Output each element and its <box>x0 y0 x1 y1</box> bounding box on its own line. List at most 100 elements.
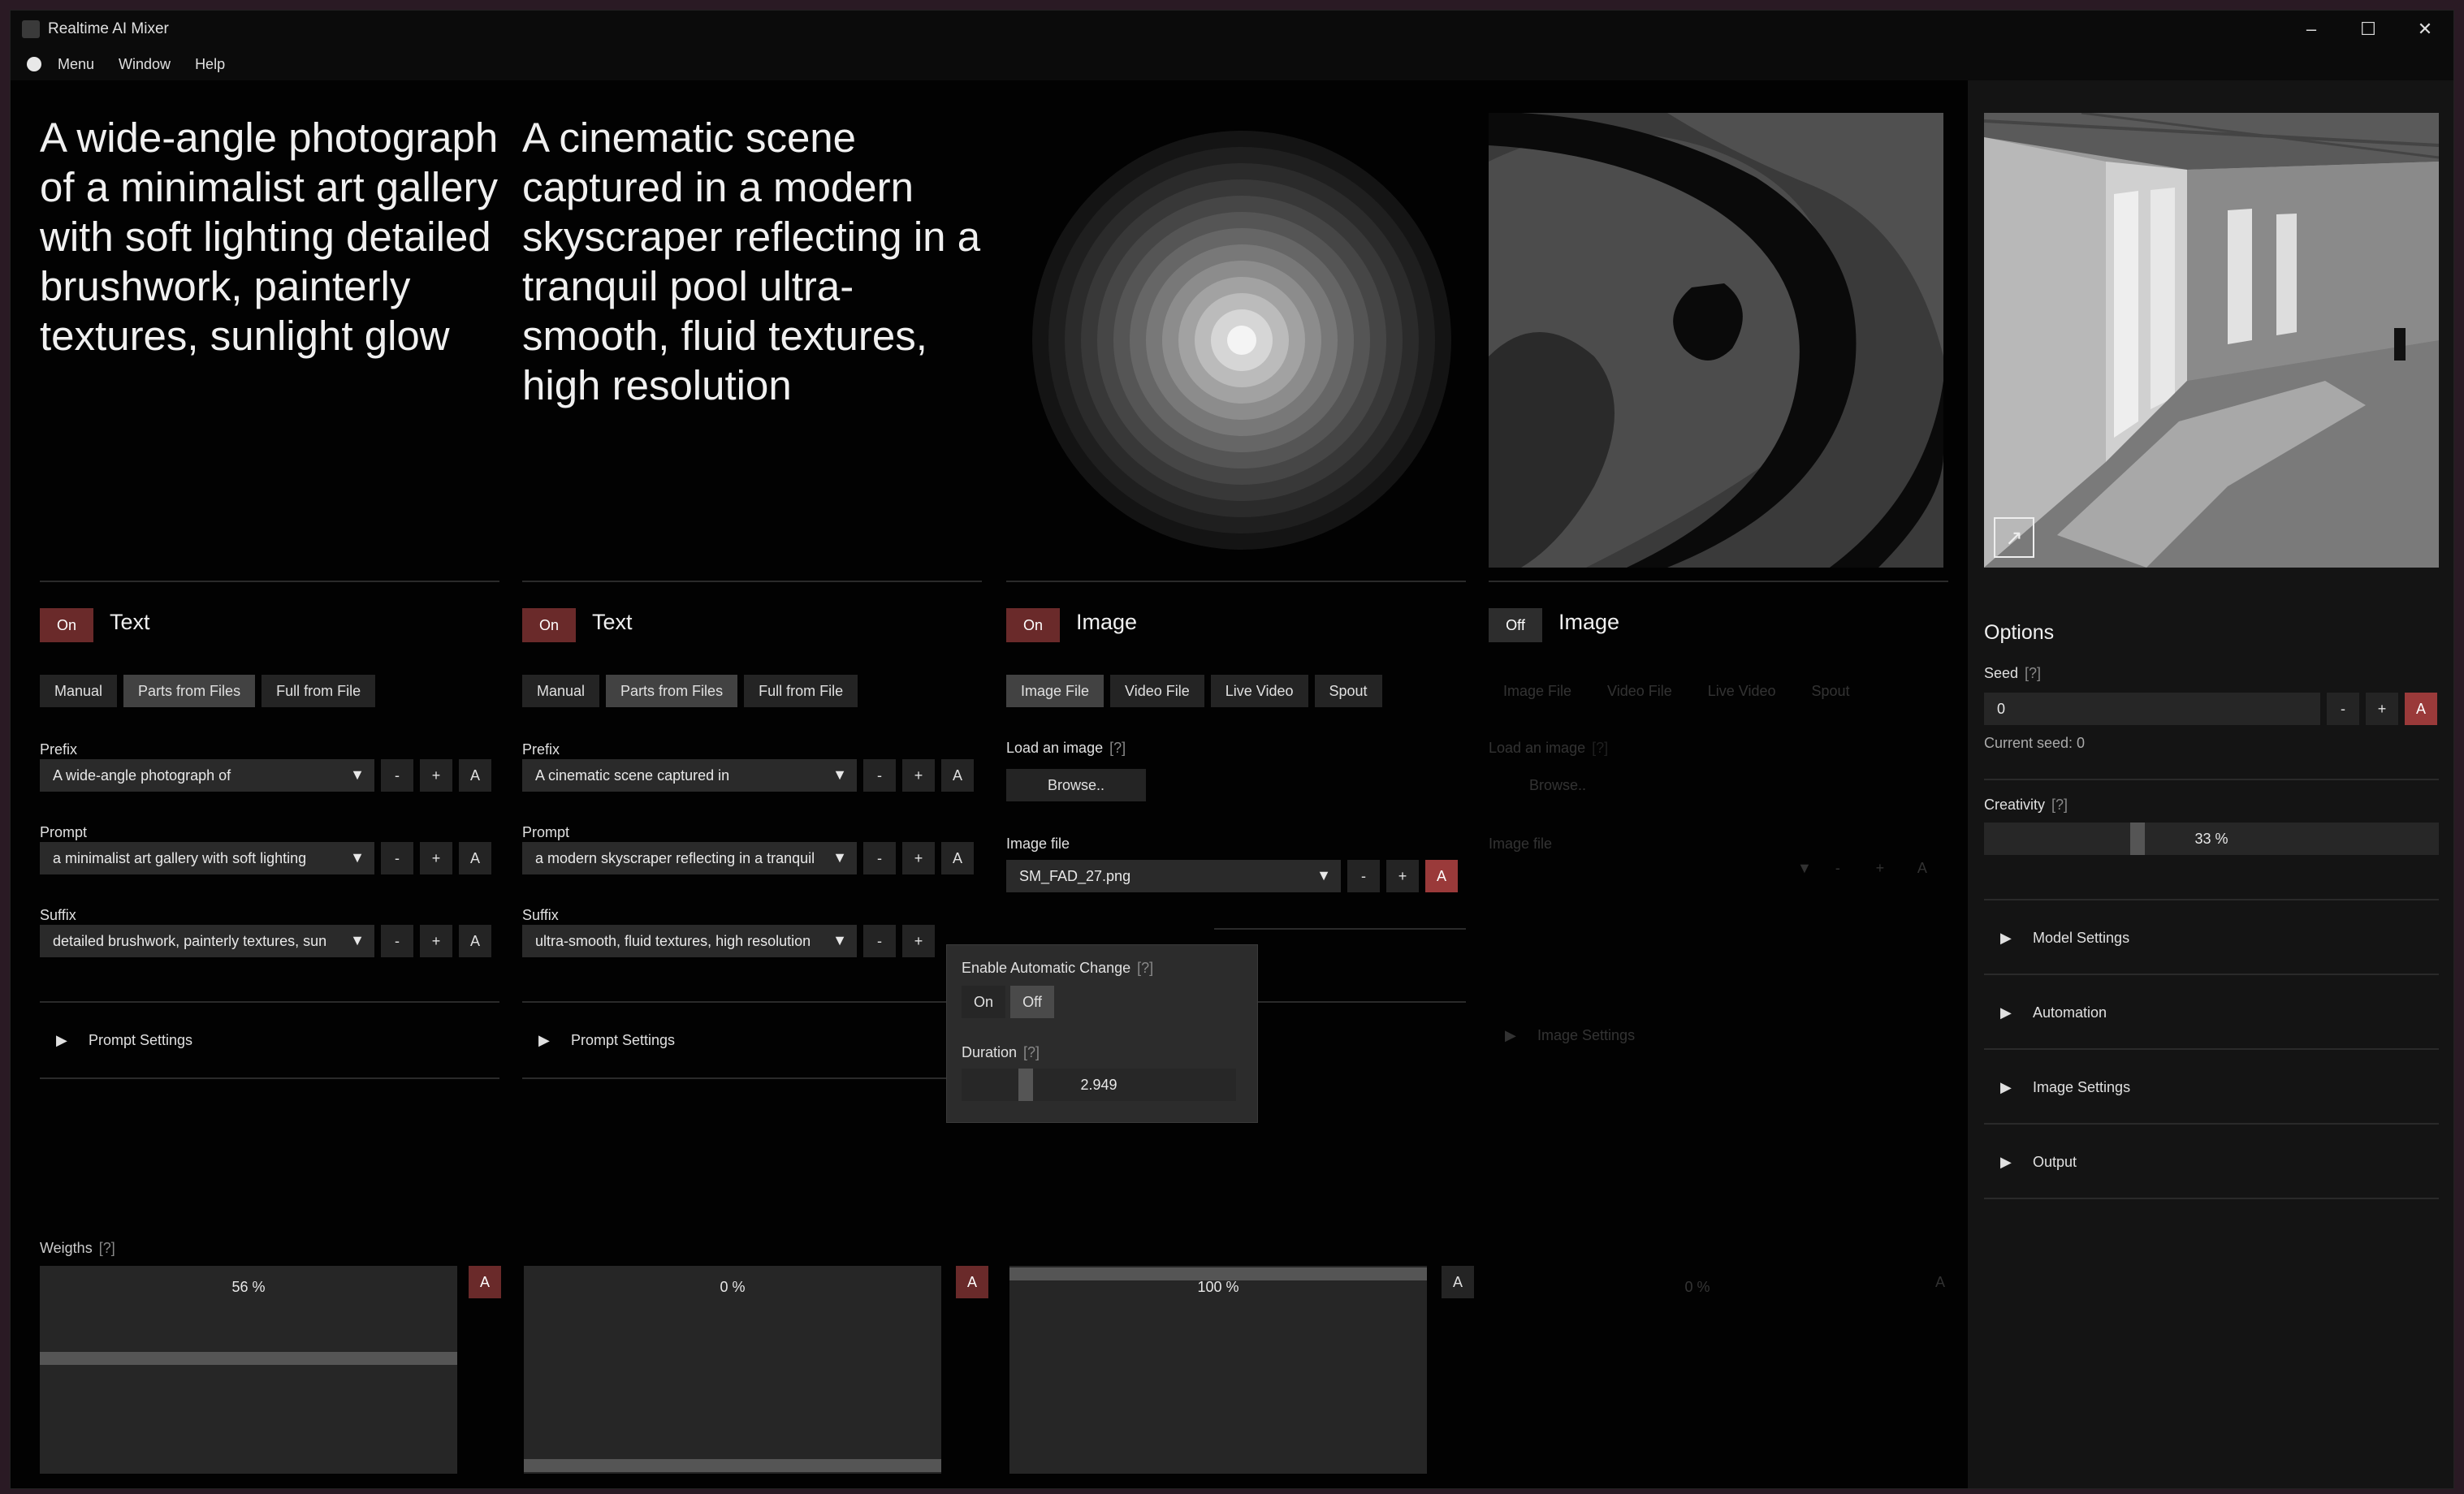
auto-change-off-button[interactable]: Off <box>1010 986 1054 1018</box>
image-minus-button[interactable]: - <box>1347 860 1380 892</box>
output-toggle[interactable]: ▶ Output <box>1984 1125 2439 1199</box>
image-plus-button[interactable]: + <box>1386 860 1419 892</box>
suffix-auto-button[interactable]: A <box>459 925 491 957</box>
weight-slider[interactable]: 0 % <box>524 1266 941 1474</box>
swirl-preview <box>1489 113 1943 568</box>
output-preview-image <box>1984 113 2439 568</box>
maximize-button[interactable]: ☐ <box>2340 11 2397 48</box>
prefix-plus-button[interactable]: + <box>420 759 452 792</box>
suffix-dropdown[interactable]: ultra-smooth, fluid textures, high resol… <box>522 925 857 957</box>
source-toggle[interactable]: On <box>1006 608 1060 642</box>
tab-manual[interactable]: Manual <box>40 675 118 707</box>
minimize-button[interactable]: – <box>2283 11 2340 48</box>
tab-parts-from-files[interactable]: Parts from Files <box>123 675 256 707</box>
prefix-dropdown[interactable]: A cinematic scene captured in ▼ <box>522 759 857 792</box>
tab-manual[interactable]: Manual <box>522 675 600 707</box>
triangle-right-icon: ▶ <box>2000 929 2012 946</box>
weight-auto-button[interactable]: A <box>956 1266 988 1298</box>
divider <box>522 581 982 582</box>
tab-image-file[interactable]: Image File <box>1006 675 1104 707</box>
prompt-settings-toggle[interactable]: ▶ Prompt Settings <box>40 1003 499 1077</box>
divider <box>1006 581 1466 582</box>
automation-toggle[interactable]: ▶ Automation <box>1984 975 2439 1050</box>
prompt-auto-button[interactable]: A <box>941 842 974 874</box>
app-window: Realtime AI Mixer – ☐ ✕ Menu Window Help… <box>10 10 2454 1489</box>
chevron-down-icon: ▼ <box>1316 867 1331 883</box>
source-tabs: Manual Parts from Files Full from File <box>522 675 858 707</box>
expand-icon[interactable]: ↗ <box>1994 517 2034 558</box>
triangle-right-icon: ▶ <box>1505 1026 1516 1043</box>
text-source-1: A wide-angle photograph of a minimalist … <box>40 80 501 1488</box>
tab-spout[interactable]: Spout <box>1314 675 1382 707</box>
menu-help[interactable]: Help <box>195 56 225 73</box>
avatar-icon[interactable] <box>27 57 41 71</box>
source-type: Image <box>1076 610 1138 634</box>
divider <box>1984 1198 2439 1199</box>
divider <box>1489 581 1948 582</box>
tab-full-from-file[interactable]: Full from File <box>744 675 858 707</box>
source-toggle[interactable]: On <box>522 608 576 642</box>
seed-auto-button[interactable]: A <box>2405 693 2437 725</box>
prefix-auto-button[interactable]: A <box>941 759 974 792</box>
image-file-dropdown[interactable]: SM_FAD_27.png ▼ <box>1006 860 1341 892</box>
model-settings-toggle[interactable]: ▶ Model Settings <box>1984 900 2439 975</box>
prompt-plus-button[interactable]: + <box>420 842 452 874</box>
close-button[interactable]: ✕ <box>2397 11 2453 48</box>
weight-slider[interactable]: 100 % <box>1009 1266 1427 1474</box>
radial-gradient-preview <box>1006 113 1461 568</box>
source-toggle[interactable]: Off <box>1489 608 1542 642</box>
source-tabs: Manual Parts from Files Full from File <box>40 675 376 707</box>
image-plus-button[interactable]: + <box>1864 860 1896 877</box>
image-minus-button[interactable]: - <box>1822 860 1854 877</box>
prefix-plus-button[interactable]: + <box>902 759 935 792</box>
browse-button[interactable]: Browse.. <box>1529 777 1586 794</box>
prefix-minus-button[interactable]: - <box>863 759 896 792</box>
menu-window[interactable]: Window <box>119 56 171 73</box>
tab-live-video[interactable]: Live Video <box>1693 675 1791 707</box>
prompt-minus-button[interactable]: - <box>381 842 413 874</box>
suffix-minus-button[interactable]: - <box>381 925 413 957</box>
weight-auto-button[interactable]: A <box>469 1266 501 1298</box>
tab-video-file[interactable]: Video File <box>1593 675 1687 707</box>
tab-video-file[interactable]: Video File <box>1110 675 1204 707</box>
seed-plus-button[interactable]: + <box>2366 693 2398 725</box>
image-auto-button[interactable]: A <box>1425 860 1458 892</box>
seed-minus-button[interactable]: - <box>2327 693 2359 725</box>
image-settings-toggle[interactable]: ▶ Image Settings <box>1984 1050 2439 1125</box>
suffix-minus-button[interactable]: - <box>863 925 896 957</box>
creativity-slider[interactable]: 33 % <box>1984 823 2439 855</box>
prompt-plus-button[interactable]: + <box>902 842 935 874</box>
chevron-down-icon[interactable]: ▼ <box>1797 860 1812 877</box>
suffix-plus-button[interactable]: + <box>420 925 452 957</box>
suffix-dropdown[interactable]: detailed brushwork, painterly textures, … <box>40 925 374 957</box>
seed-label: Seed [?] <box>1984 665 2042 681</box>
source-tabs: Image File Video File Live Video Spout <box>1006 675 1382 707</box>
source-toggle[interactable]: On <box>40 608 93 642</box>
prompt-dropdown[interactable]: a modern skyscraper reflecting in a tran… <box>522 842 857 874</box>
prompt-dropdown[interactable]: a minimalist art gallery with soft light… <box>40 842 374 874</box>
triangle-right-icon: ▶ <box>538 1031 550 1048</box>
prompt-auto-button[interactable]: A <box>459 842 491 874</box>
tab-parts-from-files[interactable]: Parts from Files <box>606 675 738 707</box>
tab-spout[interactable]: Spout <box>1797 675 1865 707</box>
tab-live-video[interactable]: Live Video <box>1210 675 1308 707</box>
auto-change-on-button[interactable]: On <box>962 986 1005 1018</box>
prompt-settings-toggle[interactable]: ▶ Prompt Settings <box>522 1003 982 1077</box>
image-settings-toggle[interactable]: ▶ Image Settings <box>1489 998 1948 1073</box>
duration-slider[interactable]: 2.949 <box>962 1069 1236 1101</box>
image-auto-button[interactable]: A <box>1906 860 1939 877</box>
prompt-minus-button[interactable]: - <box>863 842 896 874</box>
prefix-minus-button[interactable]: - <box>381 759 413 792</box>
weight-auto-button[interactable]: A <box>1442 1266 1474 1298</box>
seed-input[interactable]: 0 <box>1984 693 2320 725</box>
prompt-display: A wide-angle photograph of a minimalist … <box>40 114 499 359</box>
tab-image-file[interactable]: Image File <box>1489 675 1586 707</box>
tab-full-from-file[interactable]: Full from File <box>262 675 376 707</box>
browse-button[interactable]: Browse.. <box>1006 769 1146 801</box>
prefix-auto-button[interactable]: A <box>459 759 491 792</box>
suffix-plus-button[interactable]: + <box>902 925 935 957</box>
menu-menu[interactable]: Menu <box>58 56 94 73</box>
prefix-dropdown[interactable]: A wide-angle photograph of ▼ <box>40 759 374 792</box>
weight-auto-button[interactable]: A <box>1924 1266 1956 1298</box>
weight-slider[interactable]: 56 % <box>40 1266 457 1474</box>
